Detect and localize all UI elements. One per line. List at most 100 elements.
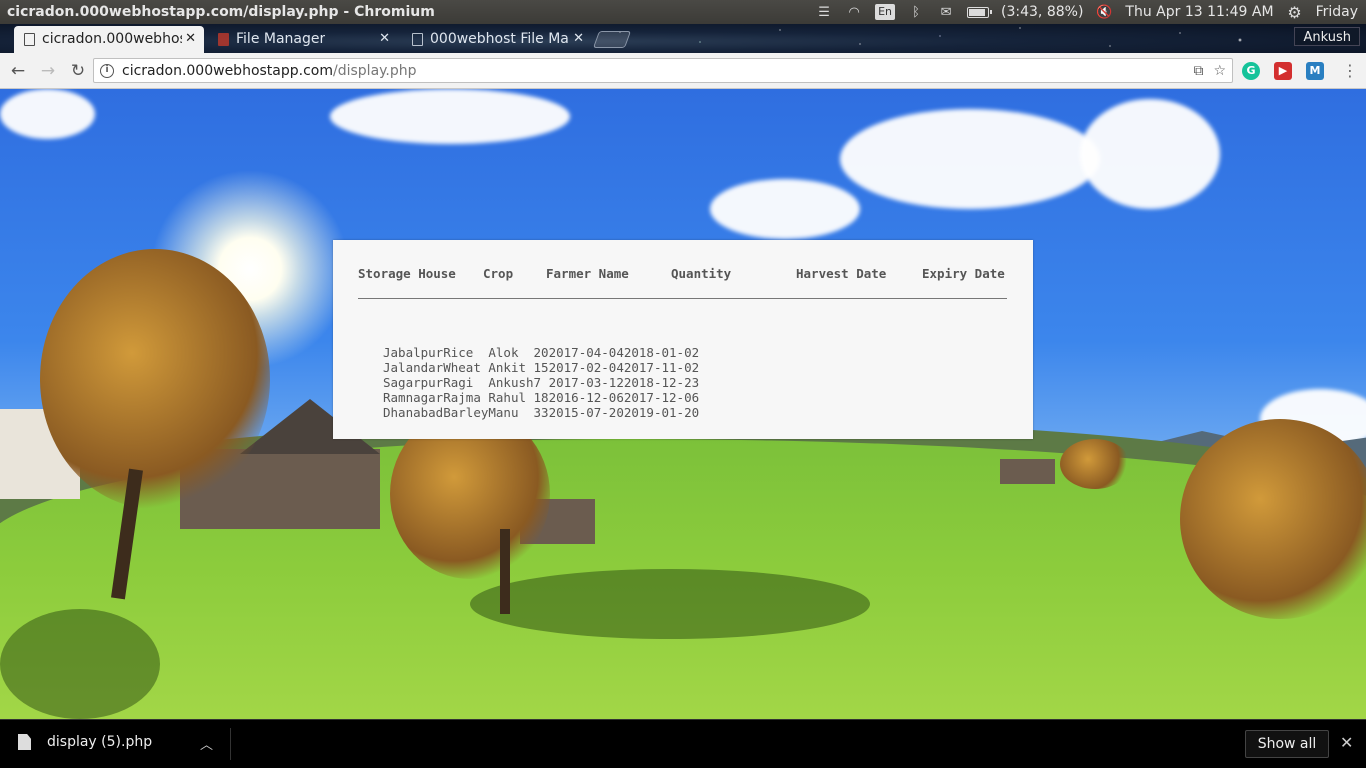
table-row: Dhanabad Barley Manu 33 2015-07-20 2019-… (383, 405, 699, 420)
cell-storage-house: Dhanabad (383, 405, 444, 420)
col-header-quantity: Quantity (671, 265, 732, 281)
m-extension-icon[interactable]: M (1306, 62, 1324, 80)
cell-quantity: 20 (533, 345, 549, 360)
download-shelf: display (5).php ︿ Show all ✕ (0, 719, 1366, 768)
col-header-expiry-date: Expiry Date (922, 265, 1005, 281)
tree-shadow (0, 609, 160, 719)
header-divider (358, 298, 1007, 299)
close-icon[interactable]: ✕ (573, 26, 584, 52)
table-row: Ramnagar Rajma Rahul 18 2016-12-06 2017-… (383, 390, 699, 405)
autumn-tree (1180, 419, 1366, 619)
cell-quantity: 15 (533, 360, 549, 375)
cell-harvest-date: 2015-07-20 (548, 405, 624, 420)
autumn-tree (40, 249, 270, 509)
cell-expiry-date: 2018-12-23 (623, 375, 700, 390)
col-header-storage-house: Storage House (358, 265, 456, 281)
tree-trunk (500, 529, 510, 614)
cell-harvest-date: 2017-03-12 (548, 375, 624, 390)
cloud (330, 89, 570, 144)
cell-farmer-name: Ankush (488, 375, 534, 390)
cell-storage-house: Ramnagar (383, 390, 444, 405)
close-icon[interactable]: ✕ (379, 26, 390, 52)
cell-harvest-date: 2017-02-04 (548, 360, 624, 375)
cell-storage-house: Sagarpur (383, 375, 444, 390)
volume-muted-icon[interactable]: 🔇 (1095, 5, 1113, 20)
tab-display-php[interactable]: cicradon.000webhos ✕ (14, 26, 204, 53)
close-icon[interactable]: ✕ (185, 26, 196, 52)
download-file-name[interactable]: display (5).php (47, 734, 152, 750)
cell-crop: Wheat (443, 360, 481, 375)
cloud (1080, 99, 1220, 209)
cell-crop: Barley (443, 405, 489, 420)
cell-farmer-name: Alok (488, 345, 519, 360)
browser-toolbar: ← → ↻ i cicradon.000webhostapp.com/displ… (0, 53, 1366, 89)
cell-expiry-date: 2017-11-02 (623, 360, 700, 375)
cell-quantity: 18 (533, 390, 549, 405)
tab-strip: cicradon.000webhos ✕ File Manager ✕ 000w… (0, 24, 1366, 53)
mail-icon[interactable]: ✉ (937, 5, 955, 20)
cloud (0, 89, 95, 139)
cloud (710, 179, 860, 239)
gear-icon[interactable]: ⚙ (1286, 3, 1304, 22)
os-top-bar: cicradon.000webhostapp.com/display.php -… (0, 0, 1366, 24)
page-favicon-icon (24, 33, 35, 46)
reload-icon[interactable]: ↻ (64, 57, 92, 85)
col-header-crop: Crop (483, 265, 514, 281)
browser-menu-icon[interactable]: ⋮ (1342, 61, 1358, 80)
grammarly-icon[interactable]: G (1242, 62, 1260, 80)
cell-harvest-date: 2017-04-04 (548, 345, 624, 360)
tab-label: File Manager (236, 31, 326, 47)
shelf-divider (230, 728, 231, 760)
theme-background (0, 24, 1366, 53)
os-indicators: ☰ ◠ En ᛒ ✉ (3:43, 88%) 🔇 Thu Apr 13 11:4… (815, 3, 1366, 22)
cell-expiry-date: 2019-01-20 (623, 405, 700, 420)
cell-crop: Ragi (443, 375, 474, 390)
col-header-farmer-name: Farmer Name (546, 265, 629, 281)
url-host: cicradon.000webhostapp.com (122, 62, 333, 79)
tree (1060, 439, 1130, 489)
forward-arrow-icon[interactable]: → (34, 57, 62, 85)
cell-expiry-date: 2018-01-02 (623, 345, 700, 360)
tab-webhost-file-manager[interactable]: 000webhost File Ma ✕ (402, 26, 592, 53)
menu-list-icon[interactable]: ☰ (815, 5, 833, 20)
profile-button[interactable]: Ankush (1294, 27, 1360, 46)
file-icon (18, 734, 31, 750)
cell-quantity: 7 (533, 375, 542, 390)
session-user[interactable]: Friday (1316, 4, 1358, 20)
address-bar[interactable]: i cicradon.000webhostapp.com/display.php… (93, 58, 1233, 83)
storage-table-card: Storage House Crop Farmer Name Quantity … (333, 240, 1033, 439)
bluetooth-icon[interactable]: ᛒ (907, 5, 925, 20)
battery-status[interactable]: (3:43, 88%) (1001, 4, 1083, 20)
tab-file-manager[interactable]: File Manager ✕ (208, 26, 398, 53)
cell-farmer-name: Manu (488, 405, 519, 420)
cell-expiry-date: 2017-12-06 (623, 390, 700, 405)
download-item[interactable]: display (5).php (18, 734, 152, 750)
cell-crop: Rice (443, 345, 474, 360)
chevron-up-icon[interactable]: ︿ (200, 734, 213, 753)
show-all-button[interactable]: Show all (1245, 730, 1329, 758)
storage-table-header: Storage House Crop Farmer Name Quantity … (358, 265, 1012, 281)
translate-icon[interactable]: ⧉ (1193, 63, 1203, 79)
info-icon[interactable]: i (100, 63, 114, 78)
red-extension-icon[interactable]: ▶ (1274, 62, 1292, 80)
cell-crop: Rajma (443, 390, 481, 405)
bookmark-star-icon[interactable]: ☆ (1213, 63, 1226, 79)
close-icon[interactable]: ✕ (1340, 733, 1353, 752)
back-arrow-icon[interactable]: ← (4, 57, 32, 85)
wifi-icon[interactable]: ◠ (845, 5, 863, 20)
cell-storage-house: Jalandar (383, 360, 444, 375)
url-path: /display.php (333, 62, 417, 79)
clock[interactable]: Thu Apr 13 11:49 AM (1125, 4, 1273, 20)
tree-shadow (470, 569, 870, 639)
tab-label: cicradon.000webhos (42, 31, 182, 47)
table-row: Jabalpur Rice Alok 20 2017-04-04 2018-01… (383, 345, 699, 360)
cell-farmer-name: Ankit (488, 360, 527, 375)
keyboard-layout-indicator[interactable]: En (875, 4, 896, 20)
cell-farmer-name: Rahul (488, 390, 527, 405)
new-tab-button[interactable] (592, 31, 632, 48)
tab-label: 000webhost File Ma (430, 31, 569, 47)
cloud (840, 109, 1100, 209)
battery-icon[interactable] (967, 6, 993, 18)
storage-table-body: Jabalpur Rice Alok 20 2017-04-04 2018-01… (383, 345, 699, 420)
col-header-harvest-date: Harvest Date (796, 265, 887, 281)
